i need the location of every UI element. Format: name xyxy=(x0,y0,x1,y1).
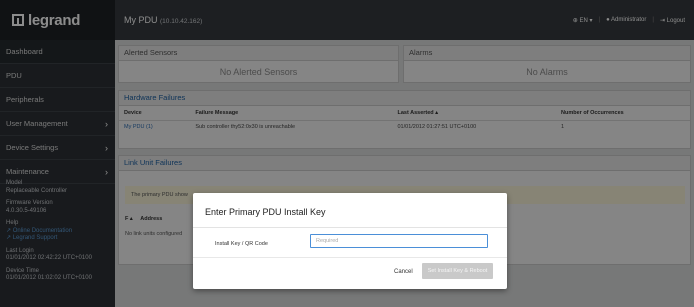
dialog-title: Enter Primary PDU Install Key xyxy=(205,207,326,217)
install-key-dialog: Enter Primary PDU Install Key Install Ke… xyxy=(193,193,507,289)
cancel-button[interactable]: Cancel xyxy=(394,269,413,275)
install-key-label: Install Key / QR Code xyxy=(215,241,268,247)
divider xyxy=(193,257,507,258)
set-install-key-button[interactable]: Set Install Key & Reboot xyxy=(422,263,493,279)
divider xyxy=(193,227,507,228)
install-key-input[interactable]: Required xyxy=(310,234,488,248)
